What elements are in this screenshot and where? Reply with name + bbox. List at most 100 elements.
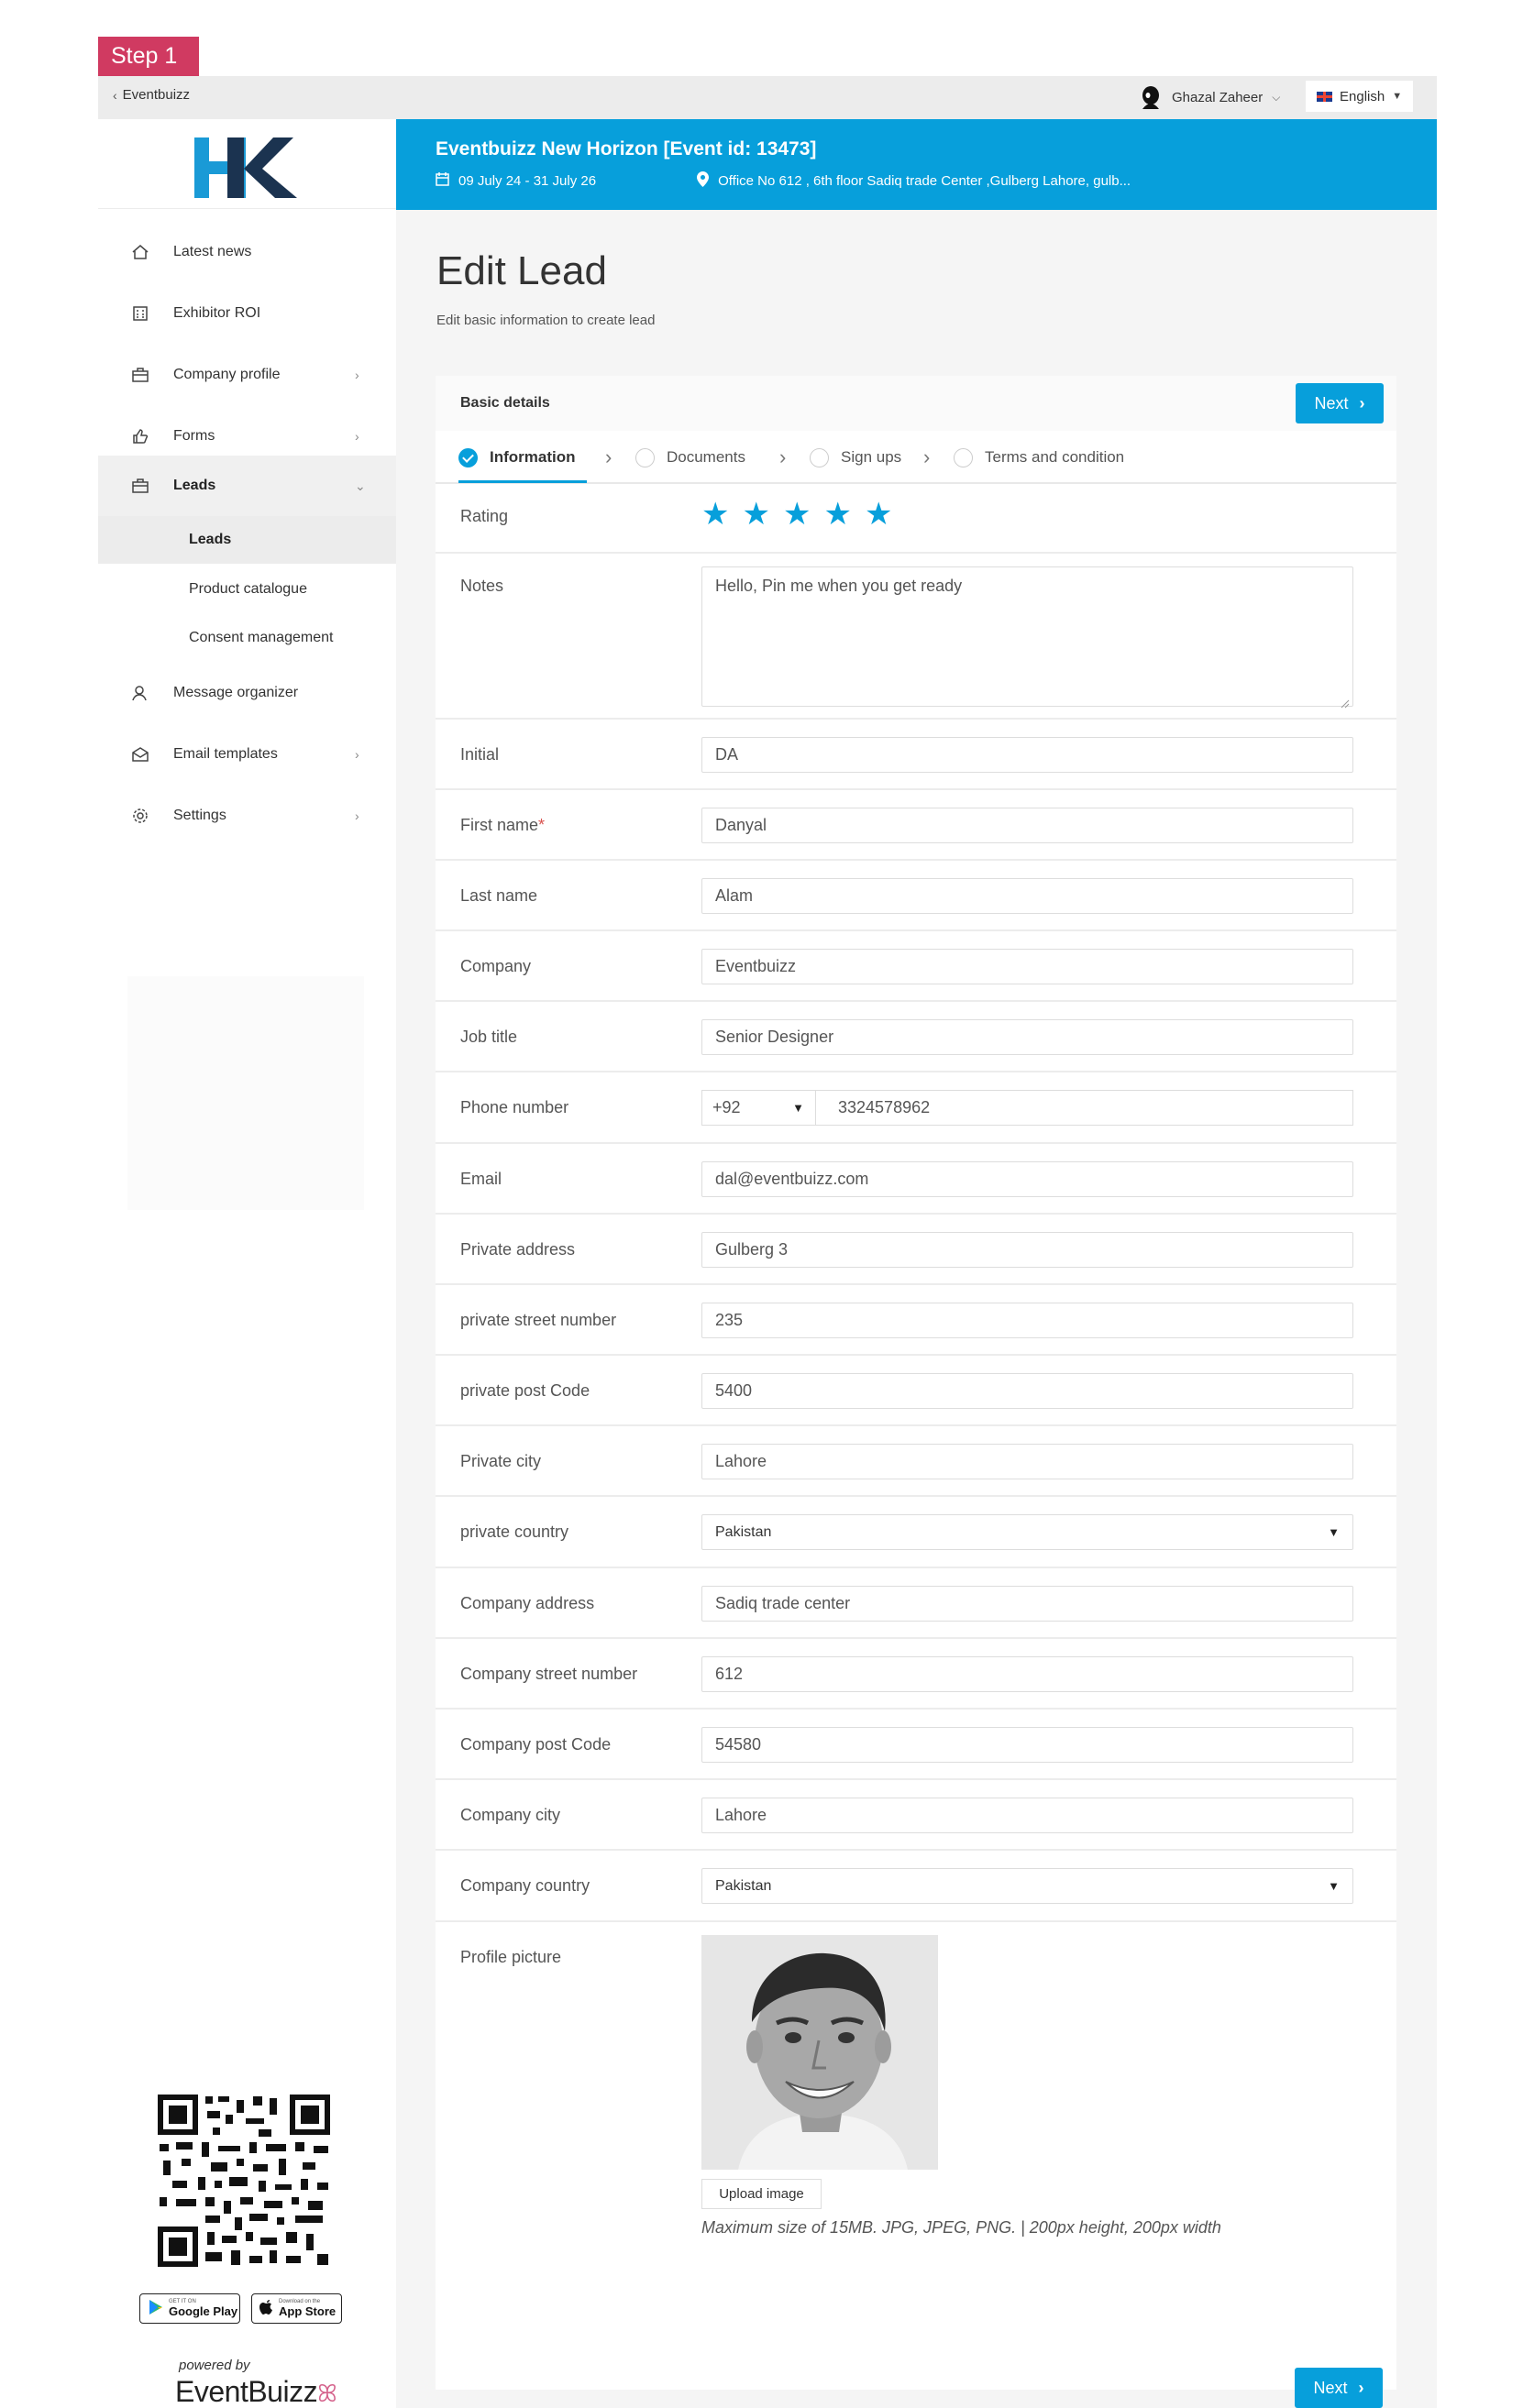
- next-button-top[interactable]: Next ›: [1296, 383, 1384, 423]
- notes-row: Notes Hello, Pin me when you get ready: [436, 554, 1396, 720]
- chevron-right-icon: ›: [605, 445, 612, 468]
- company-street-input[interactable]: 612: [701, 1656, 1353, 1692]
- phone-country-code-select[interactable]: +92 ▼: [701, 1090, 815, 1126]
- private-city-input[interactable]: Lahore: [701, 1444, 1353, 1479]
- app-store-button[interactable]: Download on the App Store: [251, 2293, 342, 2324]
- private-street-label: private street number: [460, 1311, 617, 1329]
- tab-label: Terms and condition: [985, 448, 1125, 466]
- company-city-row: Company city Lahore: [436, 1780, 1396, 1851]
- page-subtitle: Edit basic information to create lead: [436, 313, 656, 328]
- sidebar-item-message-organizer[interactable]: Message organizer: [98, 665, 396, 721]
- sidebar-item-label: Forms: [173, 428, 215, 444]
- sidebar-item-exhibitor-roi[interactable]: Exhibitor ROI: [98, 285, 396, 342]
- star-icon[interactable]: ★: [701, 499, 729, 530]
- back-link[interactable]: ‹ Eventbuizz: [113, 87, 190, 103]
- tab-sign-ups[interactable]: Sign ups: [810, 431, 901, 484]
- chevron-right-icon: ›: [923, 445, 931, 468]
- private-street-input[interactable]: 235: [701, 1303, 1353, 1338]
- tab-documents[interactable]: Documents: [635, 431, 745, 484]
- chevron-right-icon: ›: [1359, 393, 1365, 412]
- first-name-input[interactable]: Danyal: [701, 808, 1353, 843]
- thumbs-up-icon: [130, 426, 150, 446]
- card-header: Basic details Next ›: [436, 376, 1396, 431]
- next-button-bottom[interactable]: Next ›: [1295, 2368, 1383, 2408]
- sidebar-item-email-templates[interactable]: Email templates ›: [98, 726, 396, 783]
- star-icon[interactable]: ★: [742, 499, 769, 530]
- google-play-text: Google Play: [169, 2304, 238, 2318]
- sidebar-subitem-label: Consent management: [189, 630, 334, 645]
- company-country-select[interactable]: Pakistan ▼: [701, 1868, 1353, 1904]
- sidebar-subitem-consent-management[interactable]: Consent management: [98, 614, 396, 662]
- job-title-label: Job title: [460, 1028, 518, 1046]
- notes-textarea[interactable]: Hello, Pin me when you get ready: [701, 566, 1353, 709]
- app-store-text: App Store: [279, 2304, 337, 2318]
- sidebar-subitem-product-catalogue[interactable]: Product catalogue: [98, 566, 396, 613]
- sidebar-item-company-profile[interactable]: Company profile ›: [98, 346, 396, 403]
- resize-handle-icon[interactable]: [1341, 694, 1350, 709]
- hk-logo: [194, 136, 303, 200]
- initial-input[interactable]: DA: [701, 737, 1353, 773]
- tab-label: Sign ups: [841, 448, 902, 466]
- next-button-label: Next: [1313, 2378, 1348, 2397]
- chevron-down-icon: ⌵: [1272, 90, 1281, 104]
- event-location: Office No 612 , 6th floor Sadiq trade Ce…: [718, 173, 1131, 189]
- private-street-row: private street number 235: [436, 1285, 1396, 1356]
- job-title-input[interactable]: Senior Designer: [701, 1019, 1353, 1055]
- uk-flag-icon: [1317, 91, 1332, 102]
- lead-form-card: Basic details Next › Information › Docum…: [436, 376, 1396, 2408]
- private-address-input[interactable]: Gulberg 3: [701, 1232, 1353, 1268]
- company-row: Company Eventbuizz: [436, 931, 1396, 1002]
- company-street-label: Company street number: [460, 1665, 638, 1683]
- phone-number-input[interactable]: 3324578962: [815, 1090, 1353, 1126]
- event-meta: 09 July 24 - 31 July 26 Office No 612 , …: [436, 171, 1131, 191]
- company-city-input[interactable]: Lahore: [701, 1798, 1353, 1833]
- briefcase-icon: [130, 476, 150, 496]
- chevron-left-icon: ‹: [113, 87, 117, 103]
- top-bar: ‹ Eventbuizz Ghazal Zaheer ⌵ English ▼: [98, 76, 1437, 119]
- user-menu[interactable]: Ghazal Zaheer ⌵: [1139, 83, 1280, 111]
- sidebar-item-label: Latest news: [173, 244, 252, 259]
- sidebar-item-leads[interactable]: Leads ⌄: [98, 456, 396, 516]
- sidebar-item-label: Message organizer: [173, 685, 299, 700]
- private-country-select[interactable]: Pakistan ▼: [701, 1514, 1353, 1550]
- sidebar-subitem-leads[interactable]: Leads: [98, 516, 396, 564]
- language-selector[interactable]: English ▼: [1306, 81, 1413, 112]
- email-input[interactable]: dal@eventbuizz.com: [701, 1161, 1353, 1197]
- next-button-label: Next: [1314, 393, 1349, 412]
- company-post-code-input[interactable]: 54580: [701, 1727, 1353, 1763]
- star-icon[interactable]: ★: [865, 499, 892, 530]
- rating-stars: ★ ★ ★ ★ ★: [701, 499, 892, 530]
- star-icon[interactable]: ★: [823, 499, 851, 530]
- company-address-label: Company address: [460, 1594, 595, 1612]
- profile-picture-label: Profile picture: [460, 1948, 562, 1966]
- sidebar-item-label: Email templates: [173, 746, 278, 762]
- private-post-code-label: private post Code: [460, 1381, 590, 1400]
- tab-terms-and-condition[interactable]: Terms and condition: [954, 431, 1124, 484]
- caret-down-icon: ▼: [1328, 1879, 1340, 1893]
- private-address-label: Private address: [460, 1240, 576, 1259]
- step-badge: Step 1: [98, 37, 199, 76]
- sidebar-item-label: Settings: [173, 808, 226, 823]
- company-city-label: Company city: [460, 1806, 561, 1824]
- tab-information[interactable]: Information: [458, 431, 576, 484]
- last-name-input[interactable]: Alam: [701, 878, 1353, 914]
- sidebar-item-settings[interactable]: Settings ›: [98, 787, 396, 844]
- rating-label: Rating: [460, 507, 509, 525]
- private-post-code-input[interactable]: 5400: [701, 1373, 1353, 1409]
- private-city-row: Private city Lahore: [436, 1426, 1396, 1497]
- google-play-button[interactable]: GET IT ON Google Play: [139, 2293, 240, 2324]
- company-address-input[interactable]: Sadiq trade center: [701, 1586, 1353, 1622]
- sidebar-subitem-label: Product catalogue: [189, 581, 307, 597]
- sidebar-item-latest-news[interactable]: Latest news: [98, 224, 396, 280]
- eventbuizz-logo-text: EventBuizz: [175, 2375, 318, 2408]
- star-icon[interactable]: ★: [783, 499, 811, 530]
- upload-image-button[interactable]: Upload image: [701, 2179, 822, 2209]
- required-mark: *: [538, 816, 546, 834]
- first-name-row: First name* Danyal: [436, 790, 1396, 861]
- sidebar-item-label: Exhibitor ROI: [173, 305, 261, 321]
- phone-code-value: +92: [712, 1098, 741, 1116]
- chevron-down-icon: ⌄: [355, 478, 366, 493]
- apple-icon: [259, 2299, 274, 2318]
- company-input[interactable]: Eventbuizz: [701, 949, 1353, 984]
- last-name-label: Last name: [460, 886, 538, 905]
